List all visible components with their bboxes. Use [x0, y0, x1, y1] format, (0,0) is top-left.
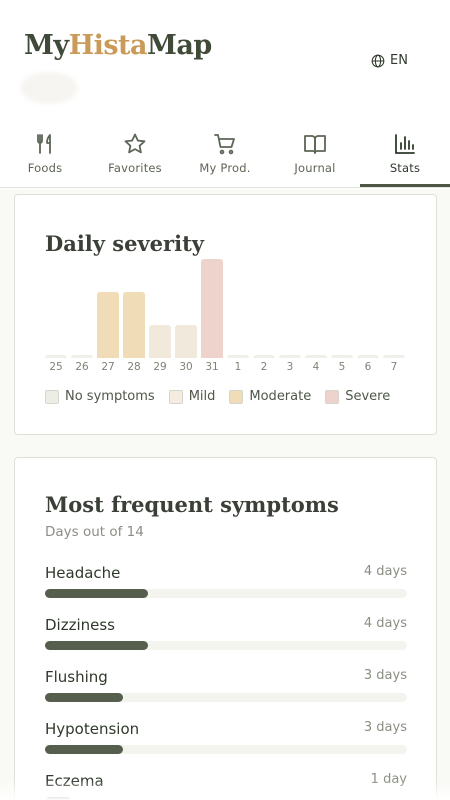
legend-item: No symptoms	[45, 389, 155, 404]
severity-bar-31	[201, 259, 223, 358]
symptom-bar-fill	[45, 693, 123, 702]
symptom-count: 4 days	[363, 616, 407, 631]
severity-bar-5	[331, 355, 353, 358]
fork-knife-icon	[37, 134, 51, 154]
tab-bar: Foods Favorites My Prod. Journal Stats	[0, 126, 450, 188]
tab-label: Foods	[27, 161, 63, 175]
symptom-row[interactable]: Hypotension 3 days	[45, 712, 407, 764]
language-selector[interactable]: EN	[371, 53, 408, 68]
symptom-bar-track	[45, 745, 407, 754]
legend-label: No symptoms	[65, 389, 155, 404]
bar-chart-icon	[395, 134, 415, 154]
card-subtitle: Days out of 14	[45, 524, 144, 540]
cart-icon	[214, 134, 235, 155]
severity-bar-4	[305, 355, 327, 358]
severity-bar-7	[383, 355, 405, 358]
book-icon	[304, 135, 326, 154]
legend-swatch	[45, 389, 59, 404]
legend-swatch	[168, 389, 183, 404]
scroll-fade	[0, 780, 450, 800]
tab-label: Stats	[389, 161, 421, 175]
symptom-bar-track	[45, 693, 407, 702]
day-label: 6	[364, 361, 372, 373]
legend-swatch	[229, 389, 244, 404]
symptom-name: Headache	[45, 564, 121, 582]
app-logo[interactable]: MyHistaMap	[24, 30, 212, 61]
day-label: 29	[153, 361, 167, 373]
daily-severity-card: Daily severity 25 26 27 28 29 30 31 1 2 3 4 5 6 7 No …	[14, 194, 437, 435]
avatar-placeholder	[20, 72, 78, 104]
day-label: 26	[75, 361, 89, 373]
day-label: 31	[205, 361, 219, 373]
severity-bar-6	[357, 355, 379, 358]
legend-swatch	[325, 389, 340, 404]
star-icon	[124, 133, 146, 154]
frequent-symptoms-card: Most frequent symptoms Days out of 14 He…	[14, 457, 437, 800]
severity-bar-26	[71, 355, 93, 358]
day-label: 5	[338, 361, 346, 373]
severity-day-labels: 25 26 27 28 29 30 31 1 2 3 4 5 6 7	[45, 361, 409, 375]
symptom-bar-track	[45, 589, 407, 598]
logo-map: Map	[147, 30, 212, 61]
logo-my: My	[24, 30, 69, 61]
severity-bar-2	[253, 355, 275, 358]
symptom-bar-fill	[45, 641, 148, 650]
day-label: 28	[127, 361, 141, 373]
symptom-row[interactable]: Headache 4 days	[45, 556, 407, 608]
day-label: 1	[234, 361, 242, 373]
symptom-row[interactable]: Flushing 3 days	[45, 660, 407, 712]
legend-item: Moderate	[229, 389, 311, 404]
symptom-name: Hypotension	[45, 720, 140, 738]
symptom-bar-fill	[45, 589, 148, 598]
severity-bar-28	[123, 292, 145, 358]
severity-bar-30	[175, 325, 197, 358]
day-label: 27	[101, 361, 115, 373]
symptom-name: Flushing	[45, 668, 108, 686]
legend-label: Moderate	[249, 389, 312, 404]
symptom-count: 4 days	[363, 564, 407, 579]
card-title: Most frequent symptoms	[45, 492, 339, 517]
globe-icon	[371, 54, 385, 67]
legend-label: Severe	[345, 389, 391, 404]
symptom-bar-track	[45, 641, 407, 650]
legend-label: Mild	[188, 389, 216, 404]
symptom-count: 3 days	[363, 720, 407, 735]
severity-bar-25	[45, 355, 67, 358]
severity-bar-1	[227, 355, 249, 358]
legend-item: Mild	[168, 389, 216, 404]
symptom-name: Dizziness	[45, 616, 115, 634]
severity-bar-27	[97, 292, 119, 358]
tab-label: Favorites	[108, 161, 162, 175]
tab-favorites[interactable]: Favorites	[90, 126, 180, 187]
tab-label: Journal	[294, 161, 336, 175]
symptom-count: 3 days	[363, 668, 407, 683]
tab-my-products[interactable]: My Prod.	[180, 126, 270, 187]
language-label: EN	[390, 53, 408, 68]
stats-content[interactable]: Daily severity 25 26 27 28 29 30 31 1 2 3 4 5 6 7 No …	[0, 189, 450, 800]
tab-journal[interactable]: Journal	[270, 126, 360, 187]
severity-bar-3	[279, 355, 301, 358]
tab-label: My Prod.	[199, 161, 251, 175]
app-header: MyHistaMap EN	[0, 0, 450, 120]
legend-item: Severe	[325, 389, 390, 404]
day-label: 3	[286, 361, 294, 373]
logo-hista: Hista	[68, 30, 148, 61]
severity-bar-29	[149, 325, 171, 358]
day-label: 25	[49, 361, 63, 373]
day-label: 30	[179, 361, 193, 373]
tab-foods[interactable]: Foods	[0, 126, 90, 187]
tab-stats[interactable]: Stats	[360, 126, 450, 187]
card-title: Daily severity	[45, 231, 204, 256]
day-label: 7	[390, 361, 398, 373]
severity-bars	[45, 255, 409, 358]
day-label: 4	[312, 361, 320, 373]
symptom-bar-fill	[45, 745, 123, 754]
day-label: 2	[260, 361, 268, 373]
severity-legend: No symptoms Mild Moderate Severe	[45, 389, 390, 404]
symptom-row[interactable]: Dizziness 4 days	[45, 608, 407, 660]
symptom-list: Headache 4 days Dizziness 4 days Flushing 3 d…	[45, 556, 407, 800]
